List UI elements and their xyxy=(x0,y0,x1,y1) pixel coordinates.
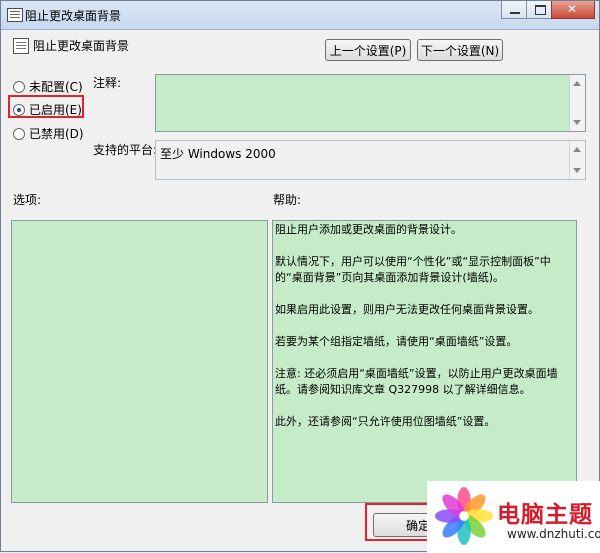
scroll-up-icon[interactable] xyxy=(573,81,581,86)
title-bar[interactable]: 阻止更改桌面背景 xyxy=(1,1,599,30)
previous-setting-button[interactable]: 上一个设置(P) xyxy=(325,39,411,61)
maximize-button[interactable] xyxy=(526,1,552,19)
platform-scrollbar[interactable] xyxy=(569,141,585,179)
options-label: 选项: xyxy=(13,193,42,207)
help-paragraph: 此外，还请参阅“只允许使用位图墙纸”设置。 xyxy=(275,415,496,428)
close-button[interactable] xyxy=(551,1,595,19)
radio-not-configured-label: 未配置(C) xyxy=(29,80,83,94)
minimize-button[interactable] xyxy=(501,1,527,19)
comment-field[interactable] xyxy=(155,74,586,132)
help-label: 帮助: xyxy=(273,193,302,207)
window-title: 阻止更改桌面背景 xyxy=(25,9,122,23)
help-paragraph: 如果启用此设置，则用户无法更改任何桌面背景设置。 xyxy=(275,303,539,316)
radio-disabled-dot[interactable] xyxy=(13,127,25,140)
help-paragraph: 阻止用户添加或更改桌面的背景设计。 xyxy=(275,223,462,236)
policy-icon xyxy=(13,38,29,54)
next-setting-button[interactable]: 下一个设置(N) xyxy=(417,39,503,61)
scroll-down-icon[interactable] xyxy=(573,120,581,125)
help-text: 阻止用户添加或更改桌面的背景设计。 默认情况下，用户可以使用“个性化”或“显示控… xyxy=(273,222,577,446)
policy-title: 阻止更改桌面背景 xyxy=(33,39,130,53)
watermark-url: www.dnzhuti.com xyxy=(507,527,600,541)
comment-scrollbar[interactable] xyxy=(569,75,585,131)
watermark-logo: 电脑主题 www.dnzhuti.com xyxy=(427,481,600,553)
help-paragraph: 若要为某个组指定墙纸，请使用“桌面墙纸”设置。 xyxy=(275,335,518,348)
flower-logo-icon xyxy=(435,487,493,545)
enabled-highlight-box xyxy=(8,95,84,118)
scroll-up-icon[interactable] xyxy=(573,147,581,152)
dialog-window: 阻止更改桌面背景 阻止更改桌面背景 上一个设置(P) 下一个设置(N) 未配置(… xyxy=(0,0,600,553)
scroll-down-icon[interactable] xyxy=(573,168,581,173)
help-paragraph: 注意: 还必须启用“桌面墙纸”设置，以防止用户更改桌面墙纸。请参阅知识库文章 Q… xyxy=(275,367,558,396)
platform-value: 至少 Windows 2000 xyxy=(160,147,276,161)
watermark-brand: 电脑主题 xyxy=(497,502,593,528)
radio-disabled-label: 已禁用(D) xyxy=(29,127,84,141)
radio-not-configured-dot[interactable] xyxy=(13,80,25,93)
platform-field: 至少 Windows 2000 xyxy=(155,140,586,180)
radio-disabled[interactable]: 已禁用(D) xyxy=(13,125,84,142)
options-panel[interactable] xyxy=(11,220,268,503)
comment-label: 注释: xyxy=(93,76,122,90)
window-controls xyxy=(501,1,595,21)
policy-window-icon xyxy=(7,8,23,22)
platform-label: 支持的平台: xyxy=(93,143,158,157)
help-paragraph: 默认情况下，用户可以使用“个性化”或“显示控制面板”中的“桌面背景”页向其桌面添… xyxy=(275,255,551,284)
radio-not-configured[interactable]: 未配置(C) xyxy=(13,78,83,95)
